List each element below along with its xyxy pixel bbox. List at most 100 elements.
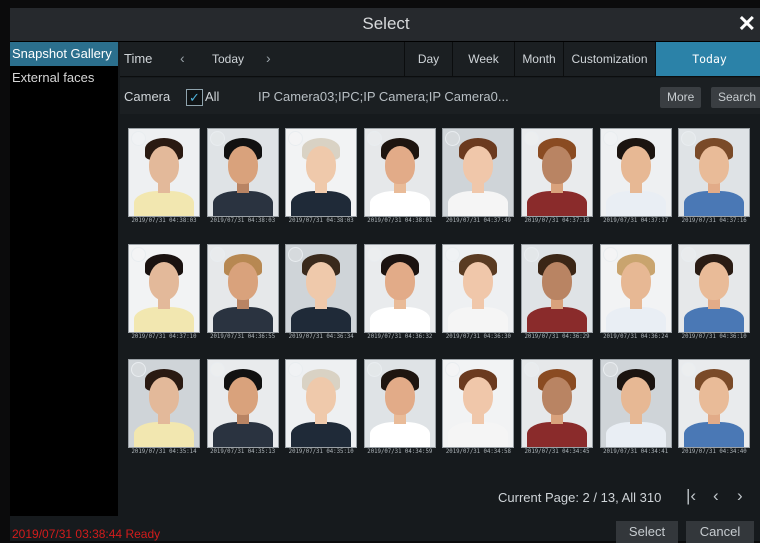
segment-month[interactable]: Month: [514, 42, 563, 76]
select-radio-icon[interactable]: [366, 131, 382, 146]
snapshot-timestamp: 2019/07/31 04:36:34: [288, 333, 354, 340]
prev-page-icon[interactable]: ‹: [713, 486, 719, 506]
snapshot-timestamp: 2019/07/31 04:34:41: [603, 449, 669, 455]
snapshot-thumbnail[interactable]: [363, 359, 436, 448]
camera-all-checkbox[interactable]: ✓: [186, 89, 203, 106]
select-radio-icon[interactable]: [524, 131, 539, 146]
select-radio-icon[interactable]: [209, 246, 225, 262]
select-radio-icon[interactable]: [366, 362, 382, 377]
snapshot-timestamp: 2019/07/31 04:37:49: [445, 218, 511, 224]
snapshot-timestamp: 2019/07/31 04:35:10: [288, 449, 354, 455]
select-radio-icon[interactable]: [209, 362, 225, 377]
sidebar: Snapshot Gallery External faces: [10, 42, 118, 516]
time-next-arrow-icon[interactable]: ›: [266, 50, 271, 66]
snapshot-card: 2019/07/31 04:34:41: [598, 359, 674, 471]
snapshot-card: 2019/07/31 04:36:30: [440, 243, 516, 356]
select-radio-icon[interactable]: [288, 246, 304, 262]
next-page-icon[interactable]: ›: [737, 486, 743, 506]
snapshot-thumbnail[interactable]: [521, 128, 593, 217]
snapshot-thumbnail[interactable]: [599, 359, 672, 448]
select-radio-icon[interactable]: [131, 131, 146, 146]
snapshot-timestamp: 2019/07/31 04:37:18: [524, 218, 590, 224]
main-panel: Time ‹ Today › Day Week Month Customizat…: [120, 42, 760, 516]
select-radio-icon[interactable]: [602, 362, 618, 377]
select-radio-icon[interactable]: [524, 246, 539, 262]
snapshot-thumbnail[interactable]: [128, 359, 200, 448]
more-button[interactable]: More: [660, 87, 702, 108]
snapshot-timestamp: 2019/07/31 04:37:17: [603, 218, 669, 224]
snapshot-timestamp: 2019/07/31 04:38:03: [288, 218, 354, 224]
sidebar-item-external-faces[interactable]: External faces: [10, 66, 118, 90]
segment-day[interactable]: Day: [404, 42, 452, 76]
select-radio-icon[interactable]: [131, 362, 146, 377]
camera-selection-value[interactable]: IP Camera03;IPC;IP Camera;IP Camera0...: [258, 89, 509, 104]
snapshot-thumbnail[interactable]: [521, 243, 593, 333]
snapshot-thumbnail[interactable]: [128, 243, 200, 333]
snapshot-card: 2019/07/31 04:38:03: [283, 128, 359, 240]
close-icon[interactable]: ✕: [738, 11, 756, 37]
snapshot-thumbnail[interactable]: [285, 359, 358, 448]
snapshot-thumbnail[interactable]: [521, 359, 593, 448]
first-page-icon[interactable]: |‹: [686, 486, 696, 506]
select-radio-icon[interactable]: [445, 246, 461, 262]
snapshot-thumbnail[interactable]: [599, 243, 672, 333]
snapshot-card: 2019/07/31 04:34:58: [440, 359, 516, 471]
select-radio-icon[interactable]: [366, 246, 382, 262]
snapshot-timestamp: 2019/07/31 04:35:13: [210, 449, 276, 455]
snapshot-card: 2019/07/31 04:36:29: [519, 243, 595, 356]
snapshot-thumbnail[interactable]: [442, 359, 515, 448]
cancel-button[interactable]: Cancel: [686, 521, 754, 543]
segment-week[interactable]: Week: [452, 42, 514, 76]
snapshot-card: 2019/07/31 04:35:13: [205, 359, 281, 471]
segment-today-date[interactable]: Today 2019/07/31: [655, 42, 760, 100]
snapshot-card: 2019/07/31 04:38:03: [126, 128, 202, 240]
snapshot-timestamp: 2019/07/31 04:36:10: [681, 333, 747, 340]
sidebar-item-snapshot-gallery[interactable]: Snapshot Gallery: [10, 42, 118, 66]
select-radio-icon[interactable]: [524, 362, 539, 377]
snapshot-card: 2019/07/31 04:37:10: [126, 243, 202, 356]
title-bar: Select ✕: [10, 8, 760, 42]
snapshot-timestamp: 2019/07/31 04:36:29: [524, 333, 590, 340]
snapshot-timestamp: 2019/07/31 04:37:16: [681, 218, 747, 224]
select-dialog: Select ✕ Snapshot Gallery External faces…: [10, 8, 760, 541]
snapshot-card: 2019/07/31 04:35:10: [283, 359, 359, 471]
snapshot-timestamp: 2019/07/31 04:38:03: [131, 218, 197, 224]
snapshot-card: 2019/07/31 04:36:55: [205, 243, 281, 356]
snapshot-thumbnail[interactable]: [442, 128, 515, 217]
snapshot-thumbnail[interactable]: [363, 128, 436, 217]
select-radio-icon[interactable]: [681, 246, 697, 262]
snapshot-thumbnail[interactable]: [206, 359, 279, 448]
time-label: Time: [124, 51, 153, 66]
snapshot-thumbnail[interactable]: [442, 243, 515, 333]
snapshot-timestamp: 2019/07/31 04:34:58: [445, 449, 511, 455]
snapshot-card: 2019/07/31 04:37:49: [440, 128, 516, 240]
select-radio-icon[interactable]: [131, 246, 146, 262]
select-radio-icon[interactable]: [209, 131, 225, 146]
snapshot-thumbnail[interactable]: [599, 128, 672, 217]
snapshot-thumbnail[interactable]: [128, 128, 200, 217]
search-button[interactable]: Search: [711, 87, 760, 108]
snapshot-thumbnail[interactable]: [678, 128, 751, 217]
snapshot-card: 2019/07/31 04:36:24: [598, 243, 674, 356]
select-radio-icon[interactable]: [602, 131, 618, 146]
snapshot-card: 2019/07/31 04:37:18: [519, 128, 595, 240]
snapshot-thumbnail[interactable]: [678, 243, 751, 333]
snapshot-timestamp: 2019/07/31 04:36:30: [445, 333, 511, 340]
snapshot-card: 2019/07/31 04:36:10: [676, 243, 752, 356]
segment-customization[interactable]: Customization: [563, 42, 655, 76]
snapshot-thumbnail[interactable]: [285, 243, 358, 333]
snapshot-thumbnail[interactable]: [678, 359, 751, 448]
pagination-bar: Current Page: 2 / 13, All 310 |‹ ‹ ›: [120, 480, 760, 516]
snapshot-thumbnail[interactable]: [206, 128, 279, 217]
snapshot-card: 2019/07/31 04:34:59: [362, 359, 438, 471]
snapshot-timestamp: 2019/07/31 04:34:45: [524, 449, 590, 455]
select-button[interactable]: Select: [616, 521, 678, 543]
snapshot-card: 2019/07/31 04:37:17: [598, 128, 674, 240]
camera-label: Camera: [124, 89, 171, 104]
time-prev-arrow-icon[interactable]: ‹: [180, 50, 185, 66]
select-radio-icon[interactable]: [602, 246, 618, 262]
snapshot-thumbnail[interactable]: [363, 243, 436, 333]
snapshot-timestamp: 2019/07/31 04:35:14: [131, 449, 197, 455]
snapshot-thumbnail[interactable]: [206, 243, 279, 333]
snapshot-thumbnail[interactable]: [285, 128, 358, 217]
